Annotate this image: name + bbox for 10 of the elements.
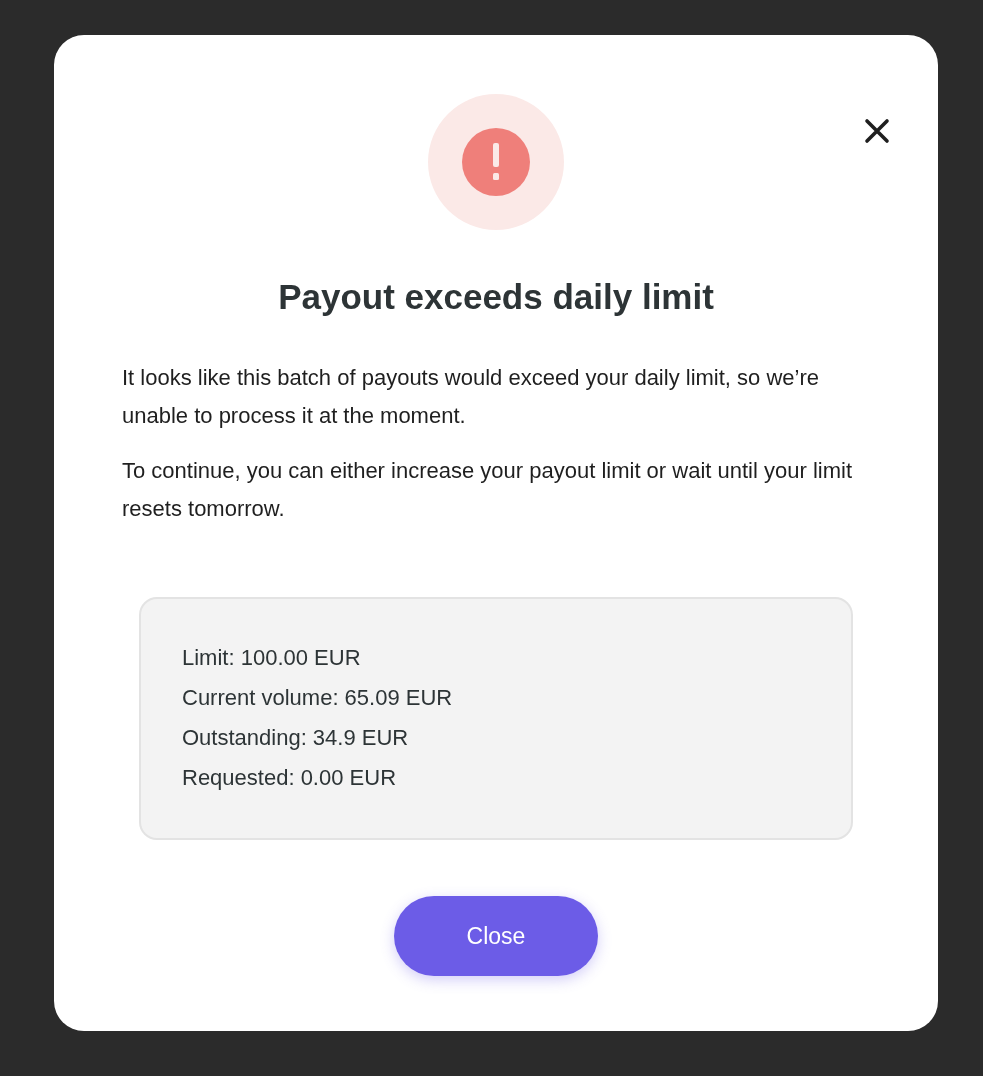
detail-text: Outstanding: 34.9 EUR (182, 724, 410, 752)
message-text: It looks like this batch of payouts would exceed your daily limit, so we’re unable to process it at the moment. (122, 364, 820, 430)
warning-icon (428, 94, 564, 230)
close-icon[interactable] (864, 118, 890, 144)
detail-text: Current volume: 65.09 EUR (182, 684, 454, 712)
detail-text: Requested: 0.00 EUR (182, 764, 398, 792)
message-text: To continue, you can either increase your payout limit or wait until your limit resets tomorrow. (122, 457, 853, 523)
close-button[interactable]: Close (394, 896, 598, 976)
detail-text: Limit: 100.00 EUR (182, 644, 362, 672)
dialog-title: Payout exceeds daily limit (278, 276, 714, 318)
